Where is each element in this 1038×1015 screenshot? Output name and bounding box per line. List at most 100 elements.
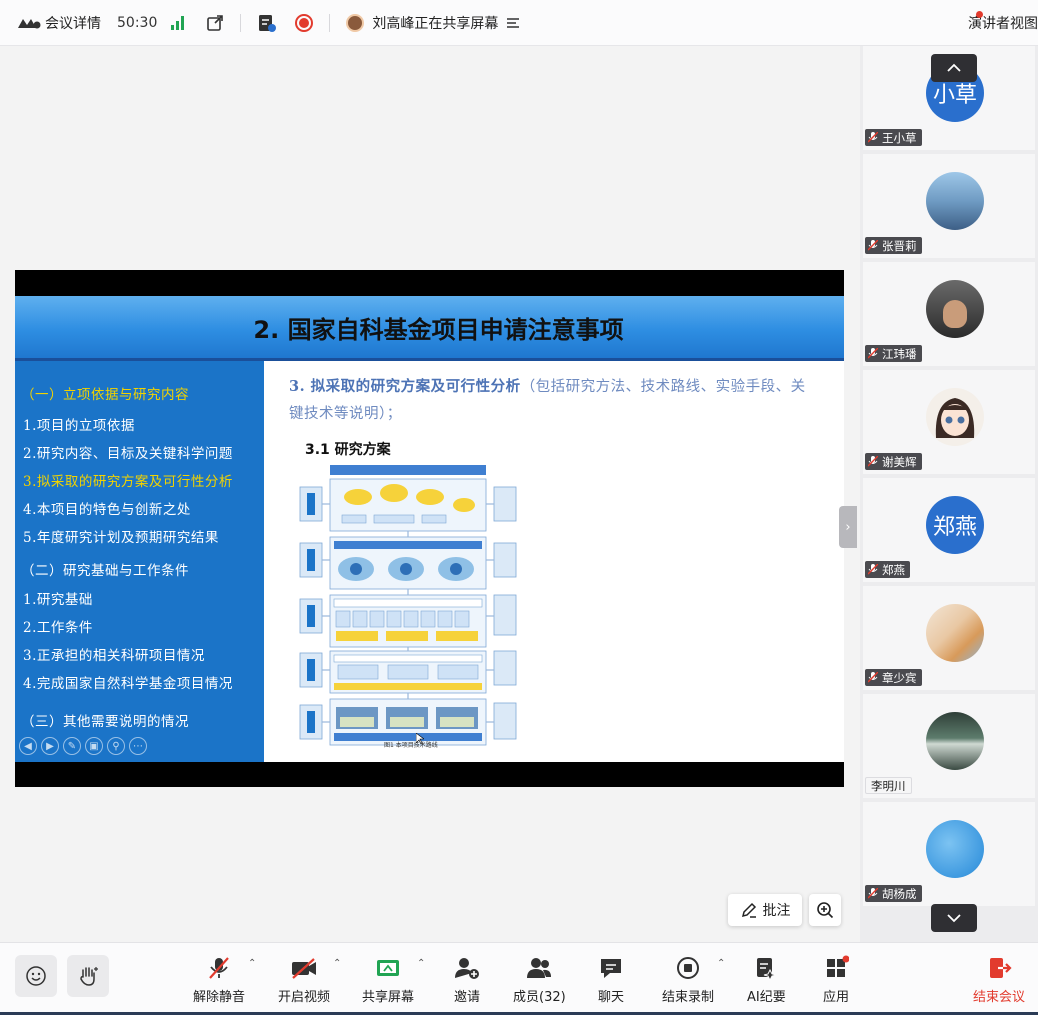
next-slide-icon[interactable]: ▶ xyxy=(41,737,59,755)
start-video-label: 开启视频 xyxy=(278,990,331,1005)
chat-button[interactable]: 聊天 xyxy=(598,955,624,1005)
outline-item: 3.拟采取的研究方案及可行性分析 xyxy=(23,474,233,490)
magnifier-icon[interactable]: ⚲ xyxy=(107,737,125,755)
participant-tile[interactable]: 胡杨成 xyxy=(863,802,1035,906)
members-button[interactable]: 成员(32) xyxy=(513,955,566,1005)
participants-sidebar: 小草 王小草 张晋莉 江玮璠 谢美辉 郑燕 郑燕 章少宾 李明川 胡杨成 xyxy=(860,46,1038,942)
mic-muted-icon xyxy=(868,132,878,143)
participant-tile[interactable]: 谢美辉 xyxy=(863,370,1035,474)
notes-edit-icon[interactable] xyxy=(257,13,277,33)
unmute-label: 解除静音 xyxy=(193,990,246,1005)
figure-caption: 图1 本项目技术路线 xyxy=(384,742,438,749)
participant-name: 李明川 xyxy=(871,778,906,793)
participant-tile[interactable]: 章少宾 xyxy=(863,586,1035,690)
annotate-button[interactable]: 批注 xyxy=(728,894,802,926)
slide-header: 2. 国家自科基金项目申请注意事项 xyxy=(15,296,844,358)
meeting-details-link[interactable]: 会议详情 xyxy=(45,13,101,33)
zoom-in-button[interactable] xyxy=(809,894,841,926)
end-meeting-button[interactable]: 结束会议 xyxy=(973,955,1025,1005)
pen-icon xyxy=(741,902,756,918)
scroll-up-button[interactable] xyxy=(931,54,977,82)
members-icon xyxy=(527,958,552,978)
signal-strength-icon[interactable] xyxy=(171,15,185,30)
participant-tile[interactable]: 郑燕 郑燕 xyxy=(863,478,1035,582)
participant-name-tag: 章少宾 xyxy=(865,669,922,686)
participant-name: 谢美辉 xyxy=(882,454,917,469)
unmute-button[interactable]: 解除静音 xyxy=(193,955,245,1005)
avatar xyxy=(926,604,984,662)
participant-name-tag: 王小草 xyxy=(865,129,922,146)
more-icon[interactable]: ⋯ xyxy=(129,737,147,755)
ai-notes-button[interactable]: AI纪要 xyxy=(747,955,786,1005)
sharer-avatar xyxy=(346,13,365,32)
divider xyxy=(329,13,331,32)
collapse-sidebar-button[interactable]: › xyxy=(839,506,857,548)
stop-recording-label: 结束录制 xyxy=(662,990,715,1005)
meeting-timer: 50:30 xyxy=(117,14,158,31)
slides-grid-icon[interactable]: ▣ xyxy=(85,737,103,755)
outline-item: 2.研究内容、目标及关键科学问题 xyxy=(23,446,233,462)
outline-item: （三）其他需要说明的情况 xyxy=(21,714,189,730)
meeting-toolbar: 解除静音 ⌃ 开启视频 ⌃ 共享屏幕 ⌃ 邀请 成员(32) 聊天 结束录制 ⌃… xyxy=(0,942,1038,1015)
record-options-caret[interactable]: ⌃ xyxy=(717,958,725,969)
top-bar: 会议详情 50:30 刘高峰正在共享屏幕 演讲者视图 xyxy=(0,0,1038,46)
participant-name-tag: 李明川 xyxy=(865,777,912,794)
mic-muted-icon xyxy=(868,456,878,467)
shared-slide: 2. 国家自科基金项目申请注意事项 （一）立项依据与研究内容 1.项目的立项依据… xyxy=(15,270,844,787)
chat-icon xyxy=(601,959,621,978)
chevron-down-icon xyxy=(947,914,961,923)
participant-name-tag: 张晋莉 xyxy=(865,237,922,254)
avatar xyxy=(926,820,984,878)
outline-item: 4.本项目的特色与创新之处 xyxy=(23,502,191,518)
pen-icon[interactable]: ✎ xyxy=(63,737,81,755)
sharing-menu-icon[interactable] xyxy=(506,17,520,29)
sharing-status: 刘高峰正在共享屏幕 xyxy=(372,15,499,32)
start-video-button[interactable]: 开启视频 xyxy=(278,955,330,1005)
audio-options-caret[interactable]: ⌃ xyxy=(248,958,256,969)
share-screen-button[interactable]: 共享屏幕 xyxy=(362,955,414,1005)
participant-tile[interactable]: 李明川 xyxy=(863,694,1035,798)
annotate-label: 批注 xyxy=(762,903,791,919)
participant-name-tag: 谢美辉 xyxy=(865,453,922,470)
participant-name: 王小草 xyxy=(882,130,917,145)
share-screen-icon xyxy=(377,960,399,976)
mic-muted-icon xyxy=(868,672,878,683)
share-options-caret[interactable]: ⌃ xyxy=(417,958,425,969)
mic-muted-icon xyxy=(868,240,878,251)
outline-item: 1.项目的立项依据 xyxy=(23,418,135,434)
outline-item: 3.正承担的相关科研项目情况 xyxy=(23,648,205,664)
outline-item: （一）立项依据与研究内容 xyxy=(21,387,189,403)
mic-muted-icon xyxy=(868,888,878,899)
exit-icon xyxy=(990,958,1012,978)
external-link-icon[interactable] xyxy=(206,14,224,32)
reaction-button[interactable] xyxy=(15,955,57,997)
avatar xyxy=(926,388,984,446)
invite-button[interactable]: 邀请 xyxy=(453,955,481,1005)
stop-recording-button[interactable]: 结束录制 xyxy=(662,955,714,1005)
participant-tile[interactable]: 江玮璠 xyxy=(863,262,1035,366)
lead-bold: 3. 拟采取的研究方案及可行性分析 xyxy=(289,378,521,395)
mouse-cursor-icon xyxy=(416,733,424,745)
slideshow-controls: ◀ ▶ ✎ ▣ ⚲ ⋯ xyxy=(19,737,147,755)
video-options-caret[interactable]: ⌃ xyxy=(333,958,341,969)
divider xyxy=(240,13,242,32)
participant-name-tag: 郑燕 xyxy=(865,561,910,578)
shared-screen-stage: 2. 国家自科基金项目申请注意事项 （一）立项依据与研究内容 1.项目的立项依据… xyxy=(0,46,860,942)
outline-item: 5.年度研究计划及预期研究结果 xyxy=(23,530,219,546)
apps-label: 应用 xyxy=(823,990,850,1005)
slide-lead-text: 3. 拟采取的研究方案及可行性分析（包括研究方法、技术路线、实验手段、关键技术等… xyxy=(289,373,809,428)
invite-label: 邀请 xyxy=(453,990,480,1005)
prev-slide-icon[interactable]: ◀ xyxy=(19,737,37,755)
participant-name: 章少宾 xyxy=(882,670,917,685)
ai-notes-label: AI纪要 xyxy=(747,990,786,1005)
mic-muted-icon xyxy=(868,564,878,575)
apps-button[interactable]: 应用 xyxy=(823,955,849,1005)
share-screen-label: 共享屏幕 xyxy=(362,990,415,1005)
scroll-down-button[interactable] xyxy=(931,904,977,932)
participant-tile[interactable]: 张晋莉 xyxy=(863,154,1035,258)
slide-subheading: 3.1 研究方案 xyxy=(305,442,391,458)
raise-hand-button[interactable] xyxy=(67,955,109,997)
recording-icon[interactable] xyxy=(295,13,314,32)
speaker-view-button[interactable]: 演讲者视图 xyxy=(962,0,1038,46)
participant-name-tag: 江玮璠 xyxy=(865,345,922,362)
